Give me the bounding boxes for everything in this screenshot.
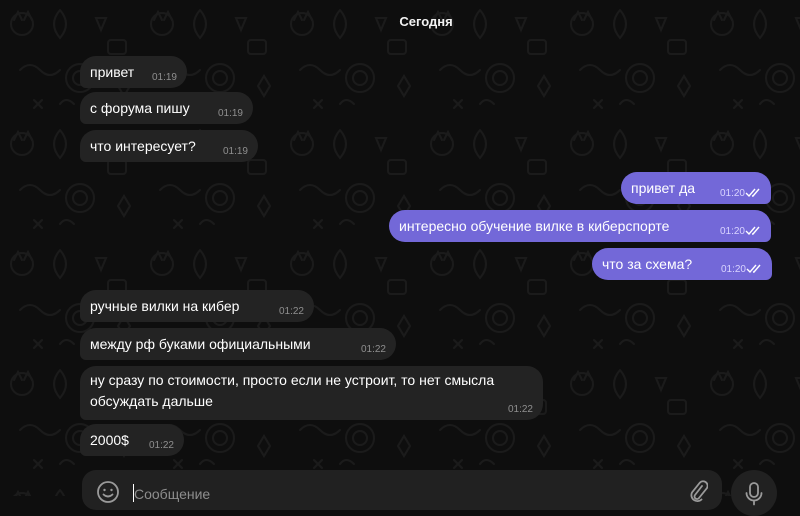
message-text: привет да (631, 180, 696, 196)
message-bubble-incoming[interactable]: ручные вилки на кибер 01:22 (80, 290, 314, 322)
message-text: между рф буками официальными (90, 336, 311, 352)
message-bubble-incoming[interactable]: что интересует? 01:19 (80, 130, 258, 162)
message-text: ручные вилки на кибер (90, 298, 240, 314)
message-bubble-incoming[interactable]: ну сразу по стоимости, просто если не ус… (80, 366, 543, 420)
message-bubble-incoming[interactable]: с форума пишу 01:19 (80, 92, 253, 124)
message-text: привет (90, 64, 135, 80)
message-time: 01:22 (360, 344, 386, 355)
message-bubble-outgoing[interactable]: привет да 01:20 (621, 172, 771, 204)
double-check-icon (746, 264, 761, 274)
message-time: 01:20 (719, 188, 745, 199)
message-bubble-outgoing[interactable]: интересно обучение вилке в киберспорте 0… (389, 210, 771, 242)
message-time: 01:22 (507, 404, 533, 415)
message-text: 2000$ (90, 432, 129, 448)
date-separator: Сегодня (399, 14, 453, 29)
message-time: 01:20 (720, 264, 746, 275)
double-check-icon (745, 226, 760, 236)
message-bubble-outgoing[interactable]: что за схема? 01:20 (592, 248, 772, 280)
message-time: 01:22 (278, 306, 304, 317)
message-time: 01:19 (151, 72, 177, 83)
message-time: 01:22 (148, 440, 174, 451)
message-time: 01:19 (222, 146, 248, 157)
message-bubble-incoming[interactable]: привет 01:19 (80, 56, 187, 88)
message-text: интересно обучение вилке в киберспорте (399, 218, 670, 234)
paperclip-icon[interactable] (688, 480, 708, 504)
message-text: что за схема? (602, 256, 693, 272)
message-text: что интересует? (90, 138, 196, 154)
message-time: 01:19 (217, 108, 243, 119)
double-check-icon (745, 188, 760, 198)
message-time: 01:20 (719, 226, 745, 237)
message-text: ну сразу по стоимости, просто если не ус… (90, 372, 495, 409)
message-text: с форума пишу (90, 100, 190, 116)
microphone-icon (745, 482, 763, 506)
message-composer (82, 470, 722, 510)
message-input[interactable] (134, 484, 654, 504)
message-bubble-incoming[interactable]: 2000$ 01:22 (80, 424, 184, 456)
smile-icon[interactable] (96, 480, 120, 504)
voice-record-button[interactable] (731, 470, 777, 516)
message-bubble-incoming[interactable]: между рф буками официальными 01:22 (80, 328, 396, 360)
